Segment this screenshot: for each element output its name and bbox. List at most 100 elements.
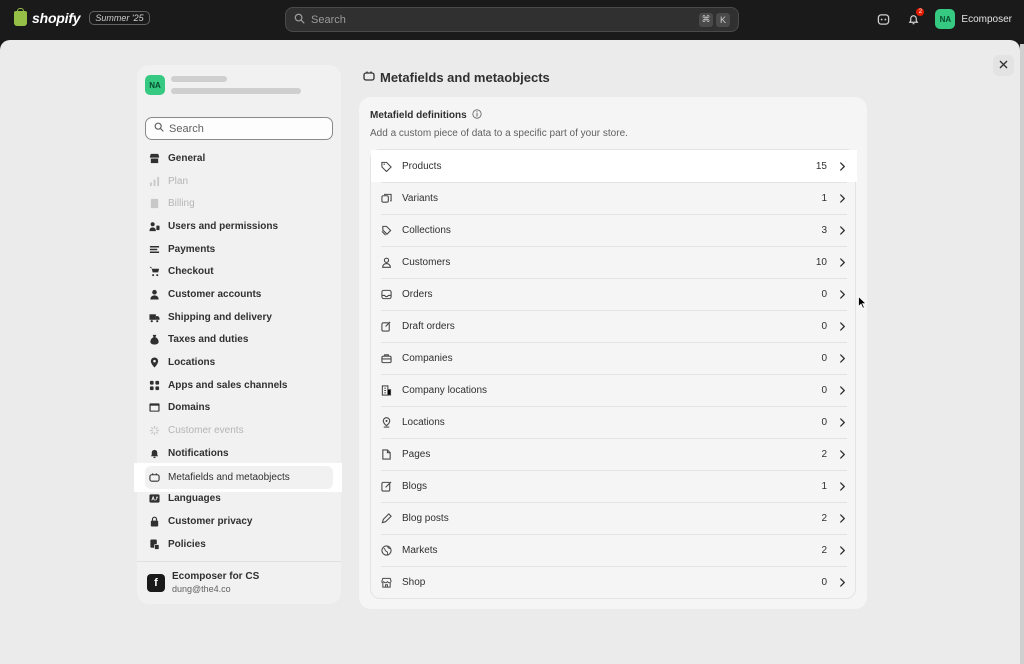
- metafield-icon: [149, 472, 160, 483]
- sidebar-item-label: Customer accounts: [168, 288, 262, 300]
- row-divider: [381, 310, 847, 311]
- global-search-input[interactable]: Search ⌘ K: [285, 7, 739, 32]
- sidebar-highlight: Metafields and metaobjects: [134, 463, 342, 492]
- sidebar-item-label: Plan: [168, 175, 189, 187]
- settings-nav: General Plan Billing Users and permissio…: [145, 147, 333, 555]
- settings-search-input[interactable]: Search: [145, 117, 333, 140]
- sidebar-item-billing[interactable]: Billing: [145, 192, 333, 215]
- sidebar-item-customer-accounts[interactable]: Customer accounts: [145, 283, 333, 306]
- row-divider: [381, 278, 847, 279]
- mouse-cursor: [858, 295, 868, 312]
- notifications-bell-icon[interactable]: 2: [905, 8, 925, 27]
- language-icon: [149, 493, 160, 504]
- sidebar-item-label: Taxes and duties: [168, 334, 249, 346]
- sidebar-item-label: Metafields and metaobjects: [168, 471, 290, 483]
- settings-sidebar: NA Search General Plan Billing Users and…: [137, 65, 341, 604]
- sidebar-item-policies[interactable]: Policies: [145, 533, 333, 556]
- store-icon: [149, 153, 160, 164]
- payments-icon: [149, 244, 160, 255]
- chevron-right-icon: [839, 513, 847, 523]
- sidebar-item-users[interactable]: Users and permissions: [145, 215, 333, 238]
- metafield-row-variants[interactable]: Variants 1: [371, 182, 857, 214]
- sidebar-item-shipping[interactable]: Shipping and delivery: [145, 306, 333, 329]
- card-title-text: Metafield definitions: [370, 110, 467, 121]
- search-placeholder: Search: [169, 122, 204, 135]
- row-divider: [381, 214, 847, 215]
- metafield-row-count: 15: [815, 160, 827, 172]
- row-divider: [381, 566, 847, 567]
- chevron-right-icon: [839, 449, 847, 459]
- metafield-row-count: 0: [821, 320, 827, 332]
- row-divider: [381, 470, 847, 471]
- tag-icon: [381, 161, 392, 172]
- sidebar-item-customer-events[interactable]: Customer events: [145, 419, 333, 442]
- sidebar-item-domains[interactable]: Domains: [145, 397, 333, 420]
- metafield-row-customers[interactable]: Customers 10: [371, 246, 857, 278]
- sidebar-item-customer-privacy[interactable]: Customer privacy: [145, 510, 333, 533]
- metafield-row-markets[interactable]: Markets 2: [371, 534, 857, 566]
- sidebar-item-label: Locations: [168, 357, 216, 369]
- metafield-definitions-card: Metafield definitions Add a custom piece…: [359, 97, 867, 609]
- lock-icon: [149, 516, 160, 527]
- cart-icon: [149, 266, 160, 277]
- row-divider: [381, 374, 847, 375]
- metafield-row-label: Blog posts: [402, 512, 449, 524]
- inbox-icon: [381, 289, 392, 300]
- sidekick-icon[interactable]: [875, 11, 891, 27]
- chevron-right-icon: [839, 385, 847, 395]
- metafield-row-count: 0: [821, 416, 827, 428]
- store-avatar: NA: [145, 75, 165, 95]
- bell-icon: [149, 448, 160, 459]
- user-menu[interactable]: NA Ecomposer: [935, 9, 1012, 29]
- domain-icon: [149, 402, 160, 413]
- chevron-right-icon: [839, 481, 847, 491]
- metafield-row-locations[interactable]: Locations 0: [371, 406, 857, 438]
- store-switcher[interactable]: NA: [145, 75, 301, 95]
- top-bar: shopify Summer '25 Search ⌘ K 2 NA Ecomp…: [0, 0, 1024, 40]
- metafield-icon: [363, 70, 375, 85]
- metafield-list: Products 15 Variants 1 Collections 3 Customers…: [370, 149, 857, 599]
- page-title-text: Metafields and metaobjects: [380, 70, 550, 85]
- metafield-row-label: Companies: [402, 352, 453, 364]
- sidebar-item-metafields-highlighted[interactable]: Metafields and metaobjects: [145, 466, 333, 489]
- sidebar-item-checkout[interactable]: Checkout: [145, 260, 333, 283]
- location-icon: [381, 416, 392, 428]
- sidebar-item-label: Policies: [168, 538, 206, 550]
- modal-scrollbar[interactable]: [1020, 44, 1024, 664]
- sidebar-item-plan[interactable]: Plan: [145, 170, 333, 193]
- shopify-logo[interactable]: shopify Summer '25: [14, 7, 150, 26]
- sidebar-item-general[interactable]: General: [145, 147, 333, 170]
- store-info-blurred: [171, 76, 301, 94]
- search-placeholder: Search: [311, 13, 346, 26]
- metafield-row-label: Blogs: [402, 480, 428, 492]
- metafield-row-count: 3: [821, 224, 827, 236]
- sidebar-item-label: Apps and sales channels: [168, 379, 288, 391]
- metafield-row-companies[interactable]: Companies 0: [371, 342, 857, 374]
- collections-icon: [381, 225, 392, 236]
- sidebar-item-notifications[interactable]: Notifications: [145, 442, 333, 465]
- metafield-row-shop[interactable]: Shop 0: [371, 566, 857, 598]
- metafield-row-draft-orders[interactable]: Draft orders 0: [371, 310, 857, 342]
- search-icon: [294, 13, 305, 27]
- metafield-row-collections[interactable]: Collections 3: [371, 214, 857, 246]
- close-button[interactable]: [993, 55, 1014, 76]
- metafield-row-company-locations[interactable]: Company locations 0: [371, 374, 857, 406]
- metafield-row-pages[interactable]: Pages 2: [371, 438, 857, 470]
- sidebar-item-apps[interactable]: Apps and sales channels: [145, 374, 333, 397]
- metafield-row-orders[interactable]: Orders 0: [371, 278, 857, 310]
- sidebar-item-payments[interactable]: Payments: [145, 238, 333, 261]
- variants-icon: [381, 193, 392, 204]
- metafield-row-label: Markets: [402, 544, 438, 556]
- metafield-row-label: Shop: [402, 576, 426, 588]
- row-divider: [381, 182, 847, 183]
- search-shortcut: ⌘ K: [699, 12, 730, 27]
- metafield-row-blogs[interactable]: Blogs 1: [371, 470, 857, 502]
- info-icon[interactable]: [472, 109, 482, 122]
- globe-icon: [381, 544, 392, 556]
- sidebar-item-locations[interactable]: Locations: [145, 351, 333, 374]
- metafield-row-label: Orders: [402, 288, 433, 300]
- account-footer[interactable]: f Ecomposer for CS dung@the4.co: [137, 561, 341, 603]
- sidebar-item-taxes[interactable]: Taxes and duties: [145, 329, 333, 352]
- metafield-row-products[interactable]: Products 15: [371, 150, 857, 182]
- metafield-row-blog-posts[interactable]: Blog posts 2: [371, 502, 857, 534]
